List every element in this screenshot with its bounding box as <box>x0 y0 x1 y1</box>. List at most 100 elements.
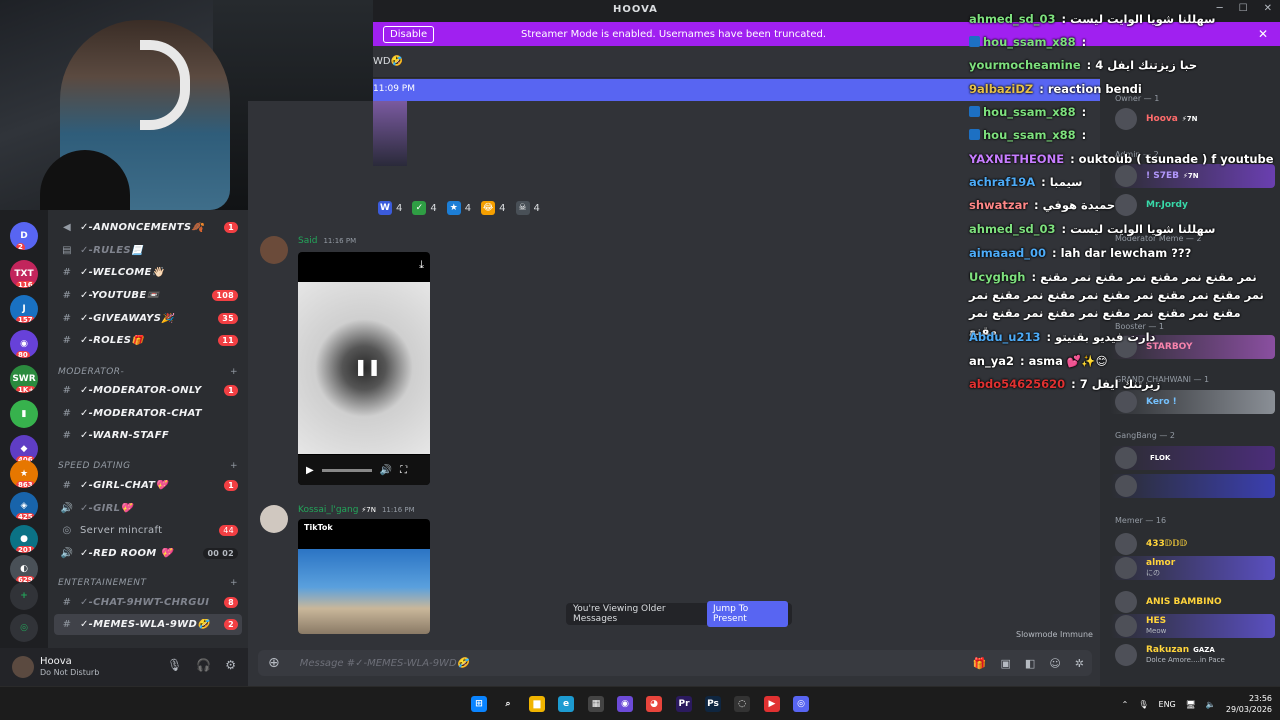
server-icon[interactable]: SWR 1K+ <box>10 365 38 393</box>
channel-item[interactable]: # ✓-ROLES🎁 11 <box>54 330 242 351</box>
add-channel-icon[interactable]: + <box>230 461 238 471</box>
apps-icon[interactable]: ✲ <box>1075 657 1084 670</box>
minimize-icon[interactable]: ─ <box>1217 3 1223 14</box>
play-icon[interactable]: ▶ <box>306 465 314 476</box>
close-window-icon[interactable]: ✕ <box>1264 3 1272 14</box>
message-author[interactable]: Said <box>298 236 317 246</box>
channel-item[interactable]: # ✓-YOUTUBE📼 108 <box>54 285 242 306</box>
video-player[interactable]: ⤓ ❚❚ ▶ 🔊 ⛶ <box>298 252 430 485</box>
member-item[interactable]: Hoova ⚡7N <box>1110 107 1275 131</box>
channel-item[interactable]: ◎ Server mincraft 44 <box>54 520 242 541</box>
member-item[interactable]: HES Meow <box>1110 614 1275 638</box>
attachment-thumbnail[interactable] <box>373 101 407 166</box>
volume-icon[interactable]: 🔈 <box>1206 700 1216 709</box>
message-input[interactable]: Message #✓-MEMES-WLA-9WD🤣 <box>300 658 469 669</box>
channel-item[interactable]: # ✓-MEMES-WLA-9WD🤣 2 <box>54 614 242 635</box>
chevron-up-icon[interactable]: ⌃ <box>1122 700 1129 709</box>
server-icon[interactable]: ★ 863 <box>10 460 38 488</box>
volume-icon[interactable]: 🔊 <box>380 465 392 476</box>
member-item[interactable]: almor にの <box>1110 556 1275 580</box>
server-icon[interactable]: ◐ 629 <box>10 555 38 583</box>
headphones-icon[interactable]: 🎧 <box>196 658 211 672</box>
member-item[interactable]: ANIS BAMBINO <box>1110 590 1275 614</box>
channel-item[interactable]: 🔊 ✓-GIRL💖 <box>54 498 242 519</box>
member-item[interactable]: Mr.Jordy <box>1110 193 1275 217</box>
fullscreen-icon[interactable]: ⛶ <box>400 465 407 476</box>
category-header[interactable]: SPEED DATING + <box>58 461 238 471</box>
reaction[interactable]: ☠ 4 <box>515 201 540 215</box>
message-author[interactable]: Kossai_l'gang <box>298 505 358 515</box>
category-header[interactable]: MODERATOR- + <box>58 367 238 377</box>
download-icon[interactable]: ⤓ <box>419 258 424 272</box>
member-item[interactable]: ! S7EB ⚡7N <box>1110 164 1275 188</box>
edge-icon[interactable]: e <box>558 696 574 712</box>
avatar[interactable] <box>260 236 288 264</box>
server-icon[interactable]: ▮ <box>10 400 38 428</box>
channel-item[interactable]: # ✓-WARN-STAFF <box>54 425 242 446</box>
network-icon[interactable]: 🖥 <box>1186 700 1196 709</box>
reaction[interactable]: ★ 4 <box>446 201 471 215</box>
message-composer[interactable]: ⊕ Message #✓-MEMES-WLA-9WD🤣 🎁 ▣ ◧ ☺ ✲ <box>258 650 1092 676</box>
jump-to-present-button[interactable]: Jump To Present <box>707 601 788 627</box>
new-messages-bar[interactable]: 11:09 PM <box>373 79 1100 101</box>
server-icon[interactable]: D2 <box>10 222 38 250</box>
reaction[interactable]: 😂 4 <box>481 201 506 215</box>
member-item[interactable]: Rakuzan GAZA Dolce Amore....in Pace <box>1110 643 1275 667</box>
emoji-icon[interactable]: ☺ <box>1049 657 1060 670</box>
avatar[interactable] <box>12 656 34 678</box>
member-item[interactable] <box>1110 474 1275 498</box>
discord-icon[interactable]: ◎ <box>793 696 809 712</box>
premiere-icon[interactable]: Pr <box>676 696 692 712</box>
channel-item[interactable]: # ✓-WELCOME👋🏻 <box>54 262 242 283</box>
store-icon[interactable]: ▦ <box>588 696 604 712</box>
member-item[interactable]: Kero ! <box>1110 390 1275 414</box>
add-channel-icon[interactable]: + <box>230 367 238 377</box>
clock[interactable]: 23:56 29/03/2026 <box>1226 693 1272 715</box>
sticker-icon[interactable]: ◧ <box>1025 657 1035 670</box>
channel-item[interactable]: # ✓-MODERATOR-CHAT <box>54 403 242 424</box>
gif-icon[interactable]: ▣ <box>1001 657 1011 670</box>
discover-icon[interactable]: ◎ <box>10 614 38 642</box>
channel-item[interactable]: 🔊 ✓-RED ROOM 💖 00 02 <box>54 543 242 564</box>
gift-icon[interactable]: 🎁 <box>973 657 987 670</box>
channel-item[interactable]: ◀ ✓-ANNONCEMENTS🍂 1 <box>54 217 242 238</box>
channel-item[interactable]: # ✓-MODERATOR-ONLY 1 <box>54 380 242 401</box>
reaction[interactable]: W4 <box>378 201 402 215</box>
gear-icon[interactable]: ⚙ <box>225 658 236 672</box>
member-item[interactable]: FLOK <box>1110 446 1275 470</box>
server-icon[interactable]: TXT 116 <box>10 260 38 288</box>
reaction[interactable]: ✓ 4 <box>412 201 437 215</box>
capture-icon[interactable]: ◌ <box>734 696 750 712</box>
video-embed[interactable]: TikTok <box>298 519 430 634</box>
channel-item[interactable]: # ✓-CHAT-9HWT-CHRGUI 8 <box>54 592 242 613</box>
channel-item[interactable]: # ✓-GIVEAWAYS🎉 35 <box>54 308 242 329</box>
youtube-icon[interactable]: ▶ <box>764 696 780 712</box>
server-icon[interactable]: ◈ 425 <box>10 492 38 520</box>
member-item[interactable]: STARBOY <box>1110 335 1275 359</box>
category-header[interactable]: ENTERTAINEMENT + <box>58 578 238 588</box>
search-icon[interactable]: ⌕ <box>500 696 516 712</box>
microphone-icon[interactable]: 🎙 <box>1138 700 1148 709</box>
add-attachment-icon[interactable]: ⊕ <box>268 655 280 671</box>
server-icon[interactable]: ◉ 80 <box>10 330 38 358</box>
member-item[interactable]: 433𝔻𝔻𝔻 <box>1110 532 1275 556</box>
chrome-icon[interactable]: ◕ <box>646 696 662 712</box>
server-icon[interactable]: ◆406 <box>10 435 38 463</box>
channel-item[interactable]: # ✓-GIRL-CHAT💖 1 <box>54 475 242 496</box>
server-icon[interactable]: ● 201 <box>10 525 38 553</box>
channel-item[interactable]: ▤ ✓-RULES📃 <box>54 240 242 261</box>
pause-icon[interactable]: ❚❚ <box>354 357 381 376</box>
language-indicator[interactable]: ENG <box>1159 700 1176 709</box>
seek-bar[interactable] <box>321 468 372 472</box>
disable-button[interactable]: Disable <box>383 25 435 43</box>
window-controls[interactable]: ─ ☐ ✕ <box>1217 3 1272 14</box>
microphone-icon[interactable]: 🎙 <box>167 658 182 672</box>
start-icon[interactable]: ⊞ <box>471 696 487 712</box>
photoshop-icon[interactable]: Ps <box>705 696 721 712</box>
server-icon[interactable]: J 157 <box>10 295 38 323</box>
maximize-icon[interactable]: ☐ <box>1239 3 1248 14</box>
add-channel-icon[interactable]: + <box>230 578 238 588</box>
add-server-icon[interactable]: + <box>10 582 38 610</box>
explorer-icon[interactable]: ▆ <box>529 696 545 712</box>
avatar[interactable] <box>260 505 288 533</box>
